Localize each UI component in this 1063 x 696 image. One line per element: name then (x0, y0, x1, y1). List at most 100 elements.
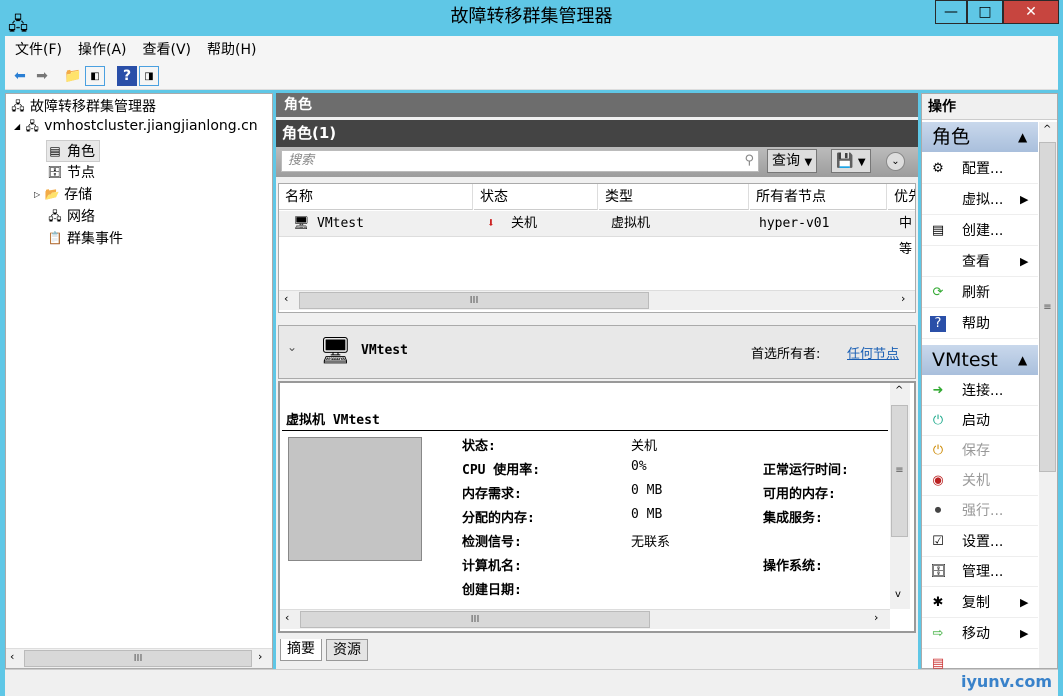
action-start[interactable]: ⏻ 启动 (922, 406, 1038, 436)
stopped-icon: ⬇ (487, 216, 495, 231)
column-header-status[interactable]: 状态 (474, 184, 598, 210)
tab-summary[interactable]: 摘要 (280, 639, 322, 661)
scroll-right-icon[interactable]: › (901, 292, 905, 305)
tree-item-storage[interactable]: ▷ 📂 存储 (34, 184, 92, 204)
detail-horizontal-scrollbar[interactable]: ‹ III › (280, 609, 890, 629)
show-hide-action-pane-icon[interactable]: ◨ (139, 66, 159, 86)
column-header-priority[interactable]: 优先 (888, 184, 915, 210)
field-label: 状态: (462, 439, 496, 454)
status-bar: iyunv.com (5, 669, 1058, 696)
action-connect[interactable]: ➜ 连接... (922, 376, 1038, 406)
back-icon[interactable]: ⬅ (10, 66, 30, 86)
action-save[interactable]: ⏻ 保存 (922, 436, 1038, 466)
scroll-thumb[interactable]: ≡ (891, 405, 908, 537)
start-icon: ⏻ (932, 413, 944, 428)
tree-item-cluster-events[interactable]: 📋 群集事件 (47, 228, 123, 248)
help-icon[interactable]: ? (117, 66, 137, 86)
scroll-left-icon[interactable]: ‹ (285, 611, 289, 624)
action-view[interactable]: 查看 ▶ (922, 247, 1038, 277)
menu-action[interactable]: 操作(A) (78, 39, 127, 59)
tree-item-label: 网络 (67, 209, 95, 225)
action-replication[interactable]: ✱ 复制 ▶ (922, 588, 1038, 618)
tree-root-label: 故障转移群集管理器 (30, 99, 156, 115)
left-horizontal-scrollbar[interactable]: ‹ III › (6, 648, 272, 668)
scroll-thumb[interactable]: ≡ (1039, 142, 1056, 472)
up-folder-icon[interactable]: 📁 (63, 66, 83, 86)
scroll-thumb[interactable]: III (24, 650, 252, 667)
action-manage[interactable]: 🗄 管理... (922, 557, 1038, 587)
scroll-left-icon[interactable]: ‹ (284, 292, 288, 305)
replication-icon: ✱ (932, 595, 944, 610)
scroll-up-icon[interactable]: ^ (1043, 124, 1051, 135)
turn-off-icon: ⏺ (934, 503, 942, 518)
query-button[interactable]: 查询 ▼ (767, 149, 818, 173)
forward-icon[interactable]: ➡ (32, 66, 52, 86)
action-virtual-machines[interactable]: 虚拟... ▶ (922, 185, 1038, 215)
actions-group-roles[interactable]: 角色 ▲ (922, 122, 1038, 152)
tree-item-label: 存储 (64, 187, 93, 203)
detail-vertical-scrollbar[interactable]: ^ ≡ v (890, 383, 910, 609)
tree-item-label: 角色 (67, 144, 95, 160)
scroll-up-icon[interactable]: ^ (895, 385, 903, 396)
column-header-owner-node[interactable]: 所有者节点 (750, 184, 887, 210)
field-label: 内存需求: (462, 487, 522, 502)
action-settings[interactable]: ☑ 设置... (922, 527, 1038, 557)
close-button[interactable]: ✕ (1003, 0, 1059, 24)
submenu-arrow-icon: ▶ (1020, 627, 1029, 640)
menu-help[interactable]: 帮助(H) (207, 39, 256, 59)
action-configure[interactable]: ⚙ 配置... (922, 154, 1038, 184)
menu-view[interactable]: 查看(V) (143, 39, 192, 59)
collapsed-arrow-icon[interactable]: ▷ (34, 190, 40, 199)
action-move[interactable]: ⇨ 移动 ▶ (922, 619, 1038, 649)
settings-icon: ☑ (932, 534, 944, 549)
expand-chevron-icon[interactable]: ⌄ (886, 152, 905, 171)
minimize-button[interactable]: — (935, 0, 967, 24)
show-hide-tree-icon[interactable]: ◧ (85, 66, 105, 86)
tree-cluster[interactable]: ◢ 🖧 vmhostcluster.jiangjianlong.cn (14, 118, 258, 134)
scroll-right-icon[interactable]: › (258, 650, 262, 663)
scroll-right-icon[interactable]: › (874, 611, 878, 624)
storage-icon: 📂 (44, 187, 60, 201)
actions-group-vmtest[interactable]: VMtest ▲ (922, 345, 1038, 375)
expanded-arrow-icon[interactable]: ◢ (14, 122, 20, 131)
tree-item-nodes[interactable]: 🗄 节点 (47, 162, 95, 182)
group-label: 角色 (932, 126, 971, 148)
search-input[interactable]: 搜索 ⚲ (281, 150, 759, 172)
submenu-arrow-icon: ▶ (1020, 596, 1029, 609)
divider (282, 430, 888, 431)
navigation-tree: 🖧 故障转移群集管理器 ◢ 🖧 vmhostcluster.jiangjianlong… (5, 93, 273, 669)
action-shutdown[interactable]: ◉ 关机 (922, 466, 1038, 496)
search-icon[interactable]: ⚲ (744, 151, 754, 171)
field-label: 集成服务: (763, 511, 823, 526)
table-row[interactable]: 🖥 VMtest ⬇ 关机 虚拟机 hyper-v01 中等 (279, 211, 915, 257)
field-label: 创建日期: (462, 583, 522, 598)
action-help[interactable]: ? 帮助 (922, 309, 1038, 339)
scroll-left-icon[interactable]: ‹ (10, 650, 14, 663)
tree-item-networks[interactable]: 🖧 网络 (47, 206, 95, 226)
collapse-up-icon[interactable]: ▲ (1018, 122, 1027, 152)
scroll-thumb[interactable]: III (300, 611, 650, 628)
collapse-chevron-icon[interactable]: ⌄ (287, 340, 297, 354)
collapse-up-icon[interactable]: ▲ (1018, 345, 1027, 375)
query-label: 查询 (772, 153, 800, 169)
maximize-button[interactable]: □ (967, 0, 1003, 24)
cell-status: 关机 (511, 216, 538, 231)
column-header-name[interactable]: 名称 (279, 184, 473, 210)
preferred-owner-link[interactable]: 任何节点 (847, 343, 899, 362)
action-create[interactable]: ▤ 创建... (922, 216, 1038, 246)
save-icon: 💾 (836, 153, 854, 169)
tab-resources[interactable]: 资源 (326, 639, 368, 661)
list-title: 角色(1) (276, 120, 918, 147)
scroll-thumb[interactable]: III (299, 292, 649, 309)
tree-item-roles[interactable]: ▤ 角色 (46, 140, 100, 162)
table-horizontal-scrollbar[interactable]: ‹ III › (279, 290, 915, 310)
tree-root[interactable]: 🖧 故障转移群集管理器 (10, 96, 156, 116)
save-query-button[interactable]: 💾 ▼ (831, 149, 871, 173)
action-turn-off[interactable]: ⏺ 强行... (922, 496, 1038, 526)
scroll-down-icon[interactable]: v (895, 589, 901, 600)
column-header-type[interactable]: 类型 (599, 184, 749, 210)
menu-file[interactable]: 文件(F) (15, 39, 62, 59)
action-refresh[interactable]: ⟳ 刷新 (922, 278, 1038, 308)
toolbar: ⬅ ➡ 📁 ◧ ? ◨ (5, 62, 1058, 90)
actions-vertical-scrollbar[interactable]: ^ ≡ (1039, 122, 1057, 668)
